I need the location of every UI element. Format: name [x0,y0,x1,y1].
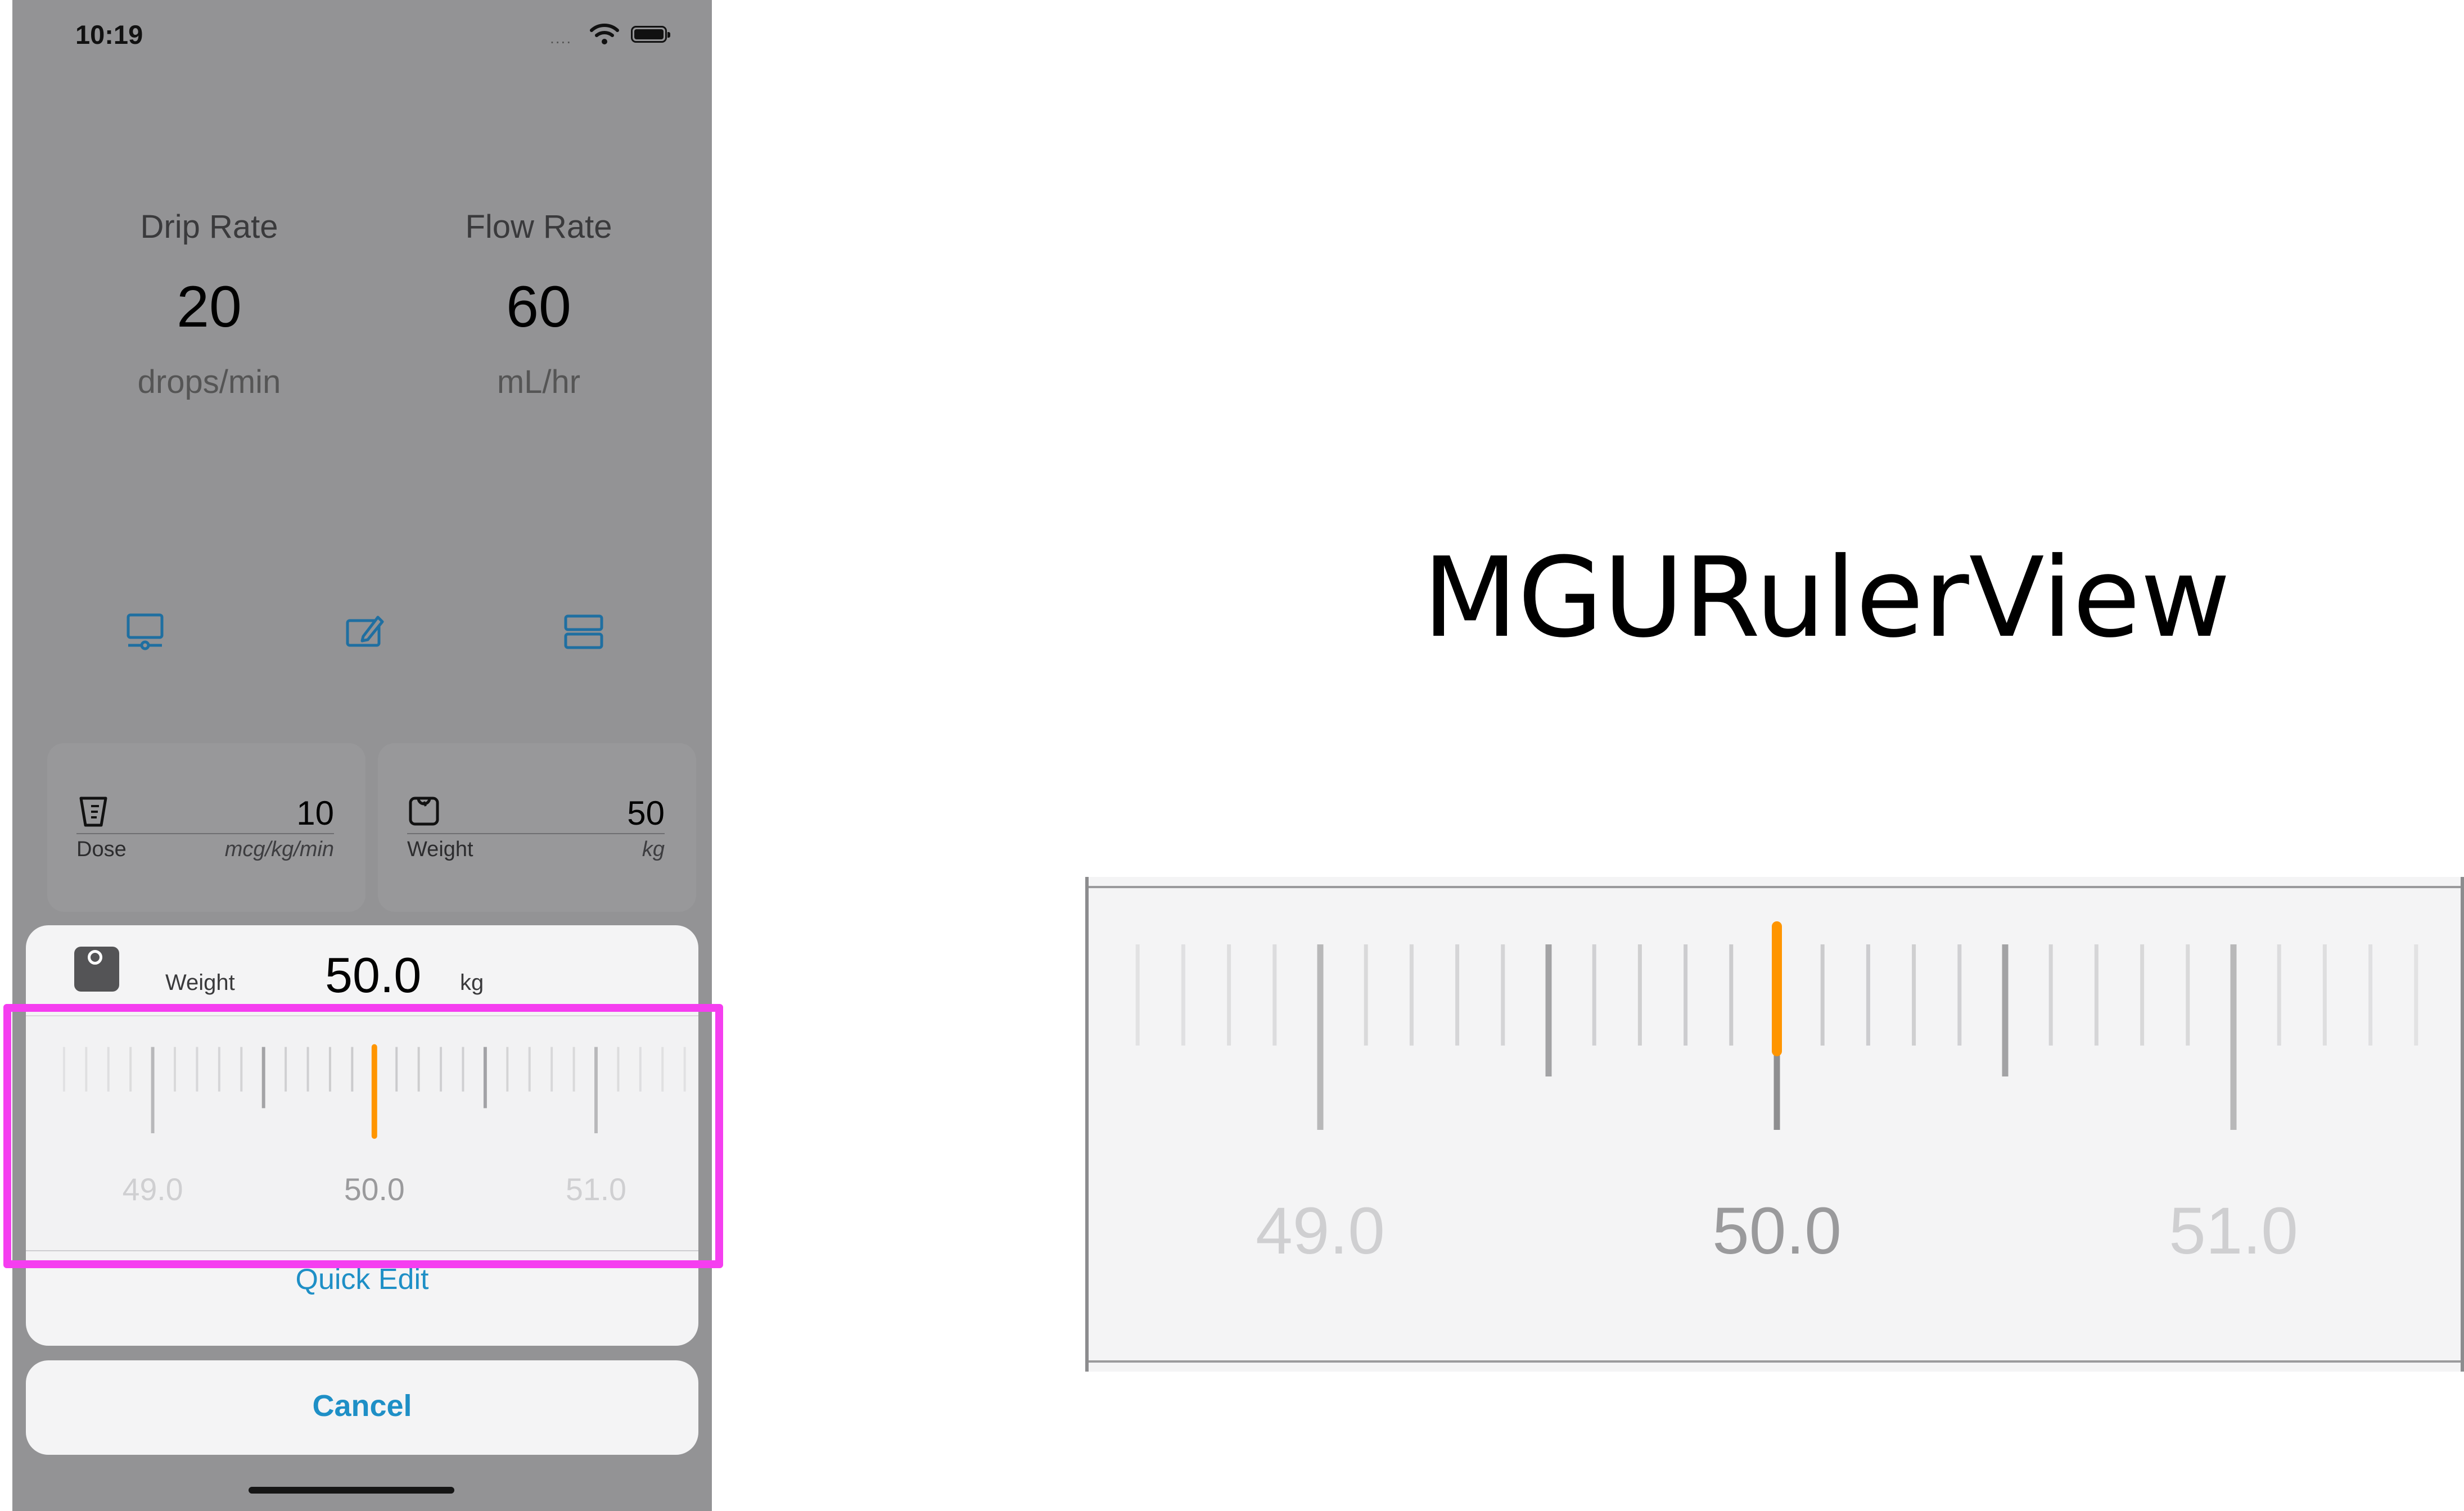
ruler-zoom-ticks: 49.0 50.0 51.0 [1135,921,2418,1268]
dose-unit: mcg/kg/min [224,838,334,861]
cancel-button[interactable]: Cancel [26,1388,698,1423]
flow-rate-value: 60 [506,274,571,340]
list-icon[interactable] [561,609,606,654]
component-title: MGURulerView [1423,534,2231,662]
weight-label: Weight [407,838,473,861]
flow-rate-label: Flow Rate [465,209,612,245]
phone-screen: 10:19 .... Drip Rate 20 drops/min Flow R… [12,0,712,1511]
ruler-tick-label: 50.0 [1712,1194,1842,1268]
status-bar: 10:19 .... [12,0,712,73]
ruler-zoom-view: 49.0 50.0 51.0 [1085,877,2464,1372]
cellular-signal: .... [550,29,572,47]
flow-rate-unit: mL/hr [497,364,581,400]
wifi-icon [590,24,619,44]
dose-cup-icon [79,797,107,827]
dose-input-row[interactable]: 10 [76,794,334,834]
scale-icon [74,947,119,992]
ruler-tick-label: 51.0 [2169,1194,2298,1268]
scale-icon [409,797,439,826]
cancel-sheet: Cancel [26,1360,698,1455]
drip-rate-label: Drip Rate [140,209,278,245]
sheet-header: Weight 50.0 kg [26,925,698,1010]
home-indicator [249,1487,454,1494]
dose-label: Dose [76,838,127,861]
highlight-box [3,1004,723,1268]
dose-value: 10 [296,794,334,832]
dose-input-card[interactable]: 10 Dose mcg/kg/min [47,743,365,912]
weight-input-card[interactable]: 50 Weight kg [378,743,696,912]
sheet-unit: kg [460,970,484,995]
weight-input-row[interactable]: 50 [407,794,665,834]
ruler-tick-label: 49.0 [1256,1194,1385,1268]
sheet-title: Weight [165,970,235,995]
weight-value: 50 [627,794,665,832]
sheet-weight-value: 50.0 [325,947,422,1003]
monitor-icon[interactable] [123,609,168,654]
weight-unit: kg [642,838,665,861]
drip-rate-panel: Drip Rate 20 drops/min [97,208,322,401]
edit-icon[interactable] [342,609,387,654]
drip-rate-value: 20 [177,274,242,340]
battery-icon [631,26,670,43]
flow-rate-panel: Flow Rate 60 mL/hr [426,208,651,401]
drip-rate-unit: drops/min [137,364,281,400]
status-time: 10:19 [75,20,143,49]
